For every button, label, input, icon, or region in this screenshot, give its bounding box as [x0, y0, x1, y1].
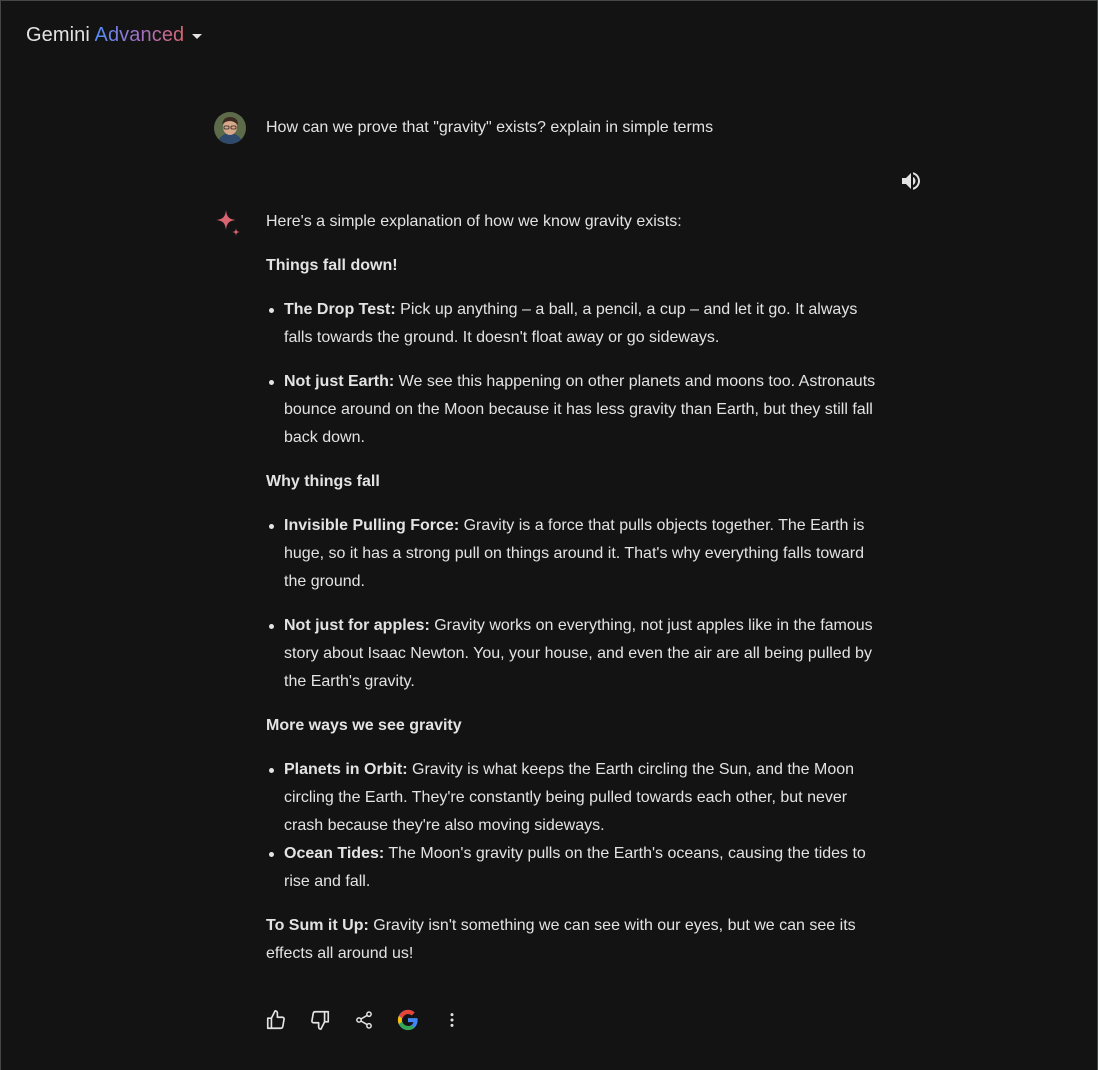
user-message: How can we prove that "gravity" exists? …: [214, 112, 713, 144]
list-item: Ocean Tides: The Moon's gravity pulls on…: [266, 840, 886, 896]
bullet-list: The Drop Test: Pick up anything – a ball…: [266, 296, 886, 452]
brand-name: Gemini: [26, 24, 90, 46]
brand-title: Gemini Advanced: [26, 24, 184, 47]
share-icon[interactable]: [352, 1008, 376, 1032]
section-heading: Things fall down!: [266, 257, 398, 274]
bullet-lead: Planets in Orbit:: [284, 761, 408, 778]
brand-tier: Advanced: [94, 24, 185, 46]
user-prompt-text: How can we prove that "gravity" exists? …: [266, 119, 714, 136]
response-body: Here's a simple explanation of how we kn…: [266, 208, 886, 984]
bullet-lead: Invisible Pulling Force:: [284, 517, 460, 534]
bullet-lead: Ocean Tides:: [284, 845, 385, 862]
bullet-list: Invisible Pulling Force: Gravity is a fo…: [266, 512, 886, 696]
list-item: Planets in Orbit: Gravity is what keeps …: [266, 756, 886, 840]
section-heading: Why things fall: [266, 473, 380, 490]
gemini-spark-icon: [212, 208, 244, 240]
list-item: The Drop Test: Pick up anything – a ball…: [266, 296, 886, 352]
thumbs-up-icon[interactable]: [264, 1008, 288, 1032]
response-actions: [264, 1008, 484, 1032]
list-item: Not just for apples: Gravity works on ev…: [266, 612, 886, 696]
user-avatar: [214, 112, 246, 144]
list-item: Invisible Pulling Force: Gravity is a fo…: [266, 512, 886, 596]
section-heading: More ways we see gravity: [266, 717, 462, 734]
summary-lead: To Sum it Up:: [266, 917, 369, 934]
list-item: Not just Earth: We see this happening on…: [266, 368, 886, 452]
bullet-lead: Not just for apples:: [284, 617, 430, 634]
bullet-list: Planets in Orbit: Gravity is what keeps …: [266, 756, 886, 896]
model-selector[interactable]: Gemini Advanced: [26, 24, 203, 47]
thumbs-down-icon[interactable]: [308, 1008, 332, 1032]
response-intro: Here's a simple explanation of how we kn…: [266, 213, 682, 230]
bullet-lead: The Drop Test:: [284, 301, 396, 318]
more-vert-icon[interactable]: [440, 1008, 464, 1032]
response-summary: To Sum it Up: Gravity isn't something we…: [266, 912, 886, 968]
google-g-icon[interactable]: [396, 1008, 420, 1032]
dropdown-caret-icon: [192, 34, 203, 39]
bullet-lead: Not just Earth:: [284, 373, 395, 390]
volume-icon[interactable]: [899, 169, 923, 193]
